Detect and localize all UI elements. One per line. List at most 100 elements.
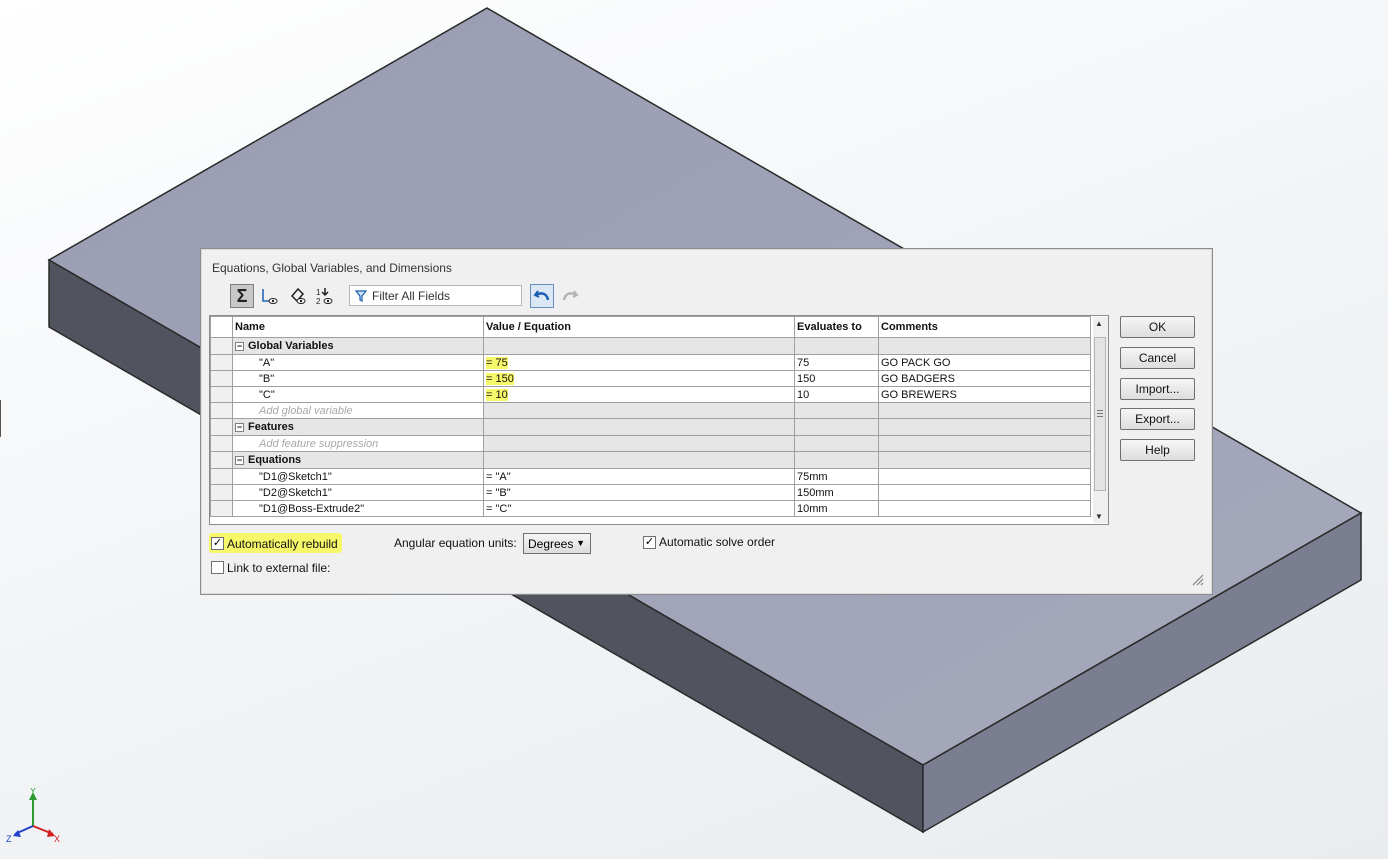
add-feature-suppression-row[interactable]: Add feature suppression bbox=[210, 435, 1091, 452]
col-header-name[interactable]: Name bbox=[232, 316, 484, 338]
dimension-view-button[interactable] bbox=[286, 284, 310, 308]
grid-corner[interactable] bbox=[210, 316, 233, 338]
col-header-value[interactable]: Value / Equation bbox=[483, 316, 795, 338]
undo-icon bbox=[533, 290, 550, 301]
table-row[interactable]: "D2@Sketch1" = "B" 150mm bbox=[210, 484, 1091, 501]
collapse-icon[interactable]: − bbox=[235, 455, 244, 465]
angular-units-value: Degrees bbox=[528, 536, 574, 551]
help-button[interactable]: Help bbox=[1120, 439, 1195, 461]
collapse-icon[interactable]: − bbox=[235, 341, 244, 351]
auto-rebuild-checkbox[interactable]: ✓ bbox=[211, 537, 224, 550]
col-header-evaluates[interactable]: Evaluates to bbox=[794, 316, 879, 338]
chevron-down-icon: ▼ bbox=[576, 538, 585, 548]
var-value-cell[interactable]: = 10 bbox=[483, 386, 795, 403]
resize-grip-icon[interactable] bbox=[1192, 574, 1204, 586]
section-label: Global Variables bbox=[248, 340, 334, 352]
table-row[interactable]: "B" = 150 150 GO BADGERS bbox=[210, 370, 1091, 387]
eq-name-cell[interactable]: "D1@Sketch1" bbox=[232, 468, 484, 485]
redo-icon bbox=[562, 290, 579, 301]
eq-evaluates-cell: 10mm bbox=[794, 500, 879, 517]
row-header[interactable] bbox=[210, 386, 233, 403]
var-name-cell[interactable]: "A" bbox=[232, 354, 484, 371]
equation-view-button[interactable]: Σ bbox=[230, 284, 254, 308]
redo-button[interactable] bbox=[558, 284, 582, 308]
equations-dialog: Equations, Global Variables, and Dimensi… bbox=[200, 248, 1213, 595]
add-global-variable-cell[interactable]: Add global variable bbox=[232, 402, 484, 419]
var-comment-cell[interactable]: GO BREWERS bbox=[878, 386, 1091, 403]
var-comment-cell[interactable]: GO BADGERS bbox=[878, 370, 1091, 387]
row-header[interactable] bbox=[210, 354, 233, 371]
eq-evaluates-cell: 75mm bbox=[794, 468, 879, 485]
eq-value-cell[interactable]: = "A" bbox=[483, 468, 795, 485]
col-header-comments[interactable]: Comments bbox=[878, 316, 1091, 338]
export-button[interactable]: Export... bbox=[1120, 408, 1195, 430]
eq-comment-cell[interactable] bbox=[878, 484, 1091, 501]
angular-units-select[interactable]: Degrees ▼ bbox=[523, 533, 591, 554]
row-header[interactable] bbox=[210, 500, 233, 517]
row-header[interactable] bbox=[210, 484, 233, 501]
sketch-equation-view-button[interactable] bbox=[258, 284, 282, 308]
grid-vertical-scrollbar[interactable]: ▲ ▼ bbox=[1093, 317, 1108, 523]
eq-comment-cell[interactable] bbox=[878, 500, 1091, 517]
ordered-view-icon: 1 2 bbox=[316, 288, 333, 306]
auto-solve-order-checkbox[interactable]: ✓ bbox=[643, 536, 656, 549]
table-row[interactable]: "D1@Boss-Extrude2" = "C" 10mm bbox=[210, 500, 1091, 517]
var-value-cell[interactable]: = 150 bbox=[483, 370, 795, 387]
angular-units-label: Angular equation units: bbox=[394, 536, 517, 550]
eq-evaluates-cell: 150mm bbox=[794, 484, 879, 501]
section-features[interactable]: − Features bbox=[210, 418, 1091, 436]
var-evaluates-cell: 75 bbox=[794, 354, 879, 371]
link-external-label[interactable]: Link to external file: bbox=[227, 561, 330, 575]
eq-value-cell[interactable]: = "C" bbox=[483, 500, 795, 517]
section-label: Features bbox=[248, 421, 294, 433]
triad-y-label: Y bbox=[30, 788, 36, 796]
scroll-thumb[interactable] bbox=[1094, 337, 1106, 491]
section-equations[interactable]: − Equations bbox=[210, 451, 1091, 469]
triad-x-label: X bbox=[54, 834, 60, 844]
var-value-text: = 10 bbox=[486, 388, 508, 401]
table-row[interactable]: "A" = 75 75 GO PACK GO bbox=[210, 354, 1091, 371]
table-row[interactable]: "D1@Sketch1" = "A" 75mm bbox=[210, 468, 1091, 485]
undo-button[interactable] bbox=[530, 284, 554, 308]
filter-placeholder: Filter All Fields bbox=[372, 288, 451, 303]
collapse-icon[interactable]: − bbox=[235, 422, 244, 432]
cancel-button[interactable]: Cancel bbox=[1120, 347, 1195, 369]
auto-solve-order-label[interactable]: Automatic solve order bbox=[659, 535, 775, 549]
scroll-down-icon[interactable]: ▼ bbox=[1095, 512, 1103, 521]
equations-grid[interactable]: Name Value / Equation Evaluates to Comme… bbox=[209, 315, 1109, 525]
section-global-variables[interactable]: − Global Variables bbox=[210, 337, 1091, 355]
dimension-view-icon bbox=[290, 287, 306, 304]
var-name-cell[interactable]: "C" bbox=[232, 386, 484, 403]
auto-rebuild-label[interactable]: Automatically rebuild bbox=[227, 537, 338, 551]
reference-triad: Y X Z bbox=[6, 788, 60, 844]
sigma-icon: Σ bbox=[236, 285, 248, 306]
eq-value-cell[interactable]: = "B" bbox=[483, 484, 795, 501]
filter-field[interactable]: Filter All Fields bbox=[349, 285, 522, 306]
eq-comment-cell[interactable] bbox=[878, 468, 1091, 485]
row-header[interactable] bbox=[210, 370, 233, 387]
svg-text:2: 2 bbox=[316, 297, 321, 306]
svg-text:1: 1 bbox=[316, 288, 321, 297]
section-label: Equations bbox=[248, 454, 302, 466]
filter-icon bbox=[354, 289, 368, 302]
add-feature-suppression-cell[interactable]: Add feature suppression bbox=[232, 435, 484, 452]
var-value-text: = 150 bbox=[486, 372, 514, 385]
add-global-variable-row[interactable]: Add global variable bbox=[210, 402, 1091, 419]
var-name-cell[interactable]: "B" bbox=[232, 370, 484, 387]
ordered-view-button[interactable]: 1 2 bbox=[313, 284, 337, 308]
sketch-view-icon bbox=[262, 289, 278, 304]
eq-name-cell[interactable]: "D2@Sketch1" bbox=[232, 484, 484, 501]
link-external-checkbox[interactable] bbox=[211, 561, 224, 574]
scroll-up-icon[interactable]: ▲ bbox=[1095, 319, 1103, 328]
table-row[interactable]: "C" = 10 10 GO BREWERS bbox=[210, 386, 1091, 403]
row-header[interactable] bbox=[210, 468, 233, 485]
var-value-cell[interactable]: = 75 bbox=[483, 354, 795, 371]
ok-button[interactable]: OK bbox=[1120, 316, 1195, 338]
var-comment-cell[interactable]: GO PACK GO bbox=[878, 354, 1091, 371]
triad-z-label: Z bbox=[6, 834, 12, 844]
eq-name-cell[interactable]: "D1@Boss-Extrude2" bbox=[232, 500, 484, 517]
grid-header-row: Name Value / Equation Evaluates to Comme… bbox=[210, 316, 1091, 338]
import-button[interactable]: Import... bbox=[1120, 378, 1195, 400]
var-value-text: = 75 bbox=[486, 356, 508, 369]
var-evaluates-cell: 10 bbox=[794, 386, 879, 403]
